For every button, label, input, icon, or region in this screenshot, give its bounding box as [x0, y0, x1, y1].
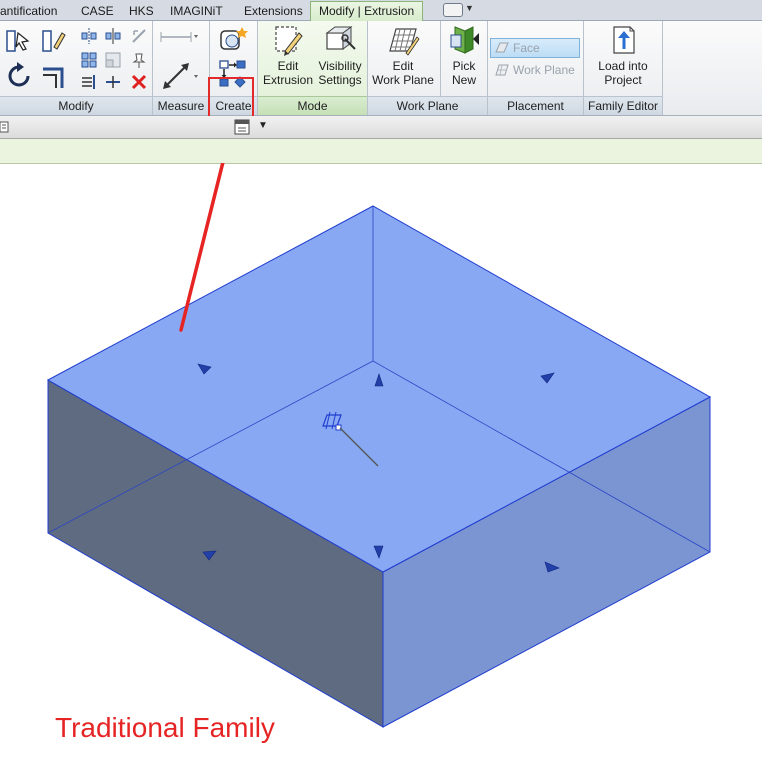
- caption-text: Traditional Family: [55, 712, 275, 743]
- align-icon[interactable]: [4, 27, 32, 55]
- aligned-dimension-icon[interactable]: [159, 29, 199, 45]
- load-into-project-button[interactable]: Load into Project: [588, 23, 658, 87]
- panel-label-placement: Placement: [488, 96, 583, 115]
- measure-icon[interactable]: [159, 59, 199, 93]
- visibility-settings-icon: [325, 26, 356, 50]
- panel-placement: Face Work Plane Placement: [488, 21, 583, 115]
- visibility-settings-label-1: Visibility: [318, 59, 362, 73]
- edit-extrusion-label-1: Edit: [277, 59, 299, 73]
- chevron-down-icon[interactable]: ▼: [465, 3, 474, 13]
- tab-case[interactable]: CASE: [81, 2, 114, 20]
- trim-multiple-icon[interactable]: [80, 73, 98, 91]
- quick-access-icon[interactable]: [443, 3, 463, 17]
- edit-work-plane-button[interactable]: Edit Work Plane: [370, 23, 436, 87]
- highlight-box: [208, 77, 254, 119]
- face-icon: [495, 42, 509, 53]
- work-plane-icon: [495, 64, 509, 76]
- mirror-pick-axis-icon[interactable]: [80, 27, 98, 45]
- properties-icon[interactable]: [0, 119, 12, 135]
- edit-extrusion-button[interactable]: Edit Extrusion: [262, 23, 314, 87]
- options-bar: ▼: [0, 116, 762, 139]
- edit-work-plane-label-1: Edit: [392, 59, 414, 73]
- tab-extensions[interactable]: Extensions: [244, 2, 303, 20]
- panel-modify: Modify: [0, 21, 152, 115]
- panel-label-work-plane: Work Plane: [368, 96, 487, 115]
- panel-divider: [662, 21, 663, 115]
- chevron-down-icon[interactable]: ▼: [258, 120, 268, 131]
- work-plane-button[interactable]: Work Plane: [491, 61, 593, 79]
- mirror-draw-axis-icon[interactable]: [104, 27, 122, 45]
- load-into-project-label-2: Project: [604, 73, 642, 87]
- split-icon[interactable]: [104, 73, 122, 91]
- offset-icon[interactable]: [40, 27, 68, 55]
- face-label: Face: [513, 41, 540, 55]
- drawing-canvas[interactable]: [0, 163, 762, 764]
- tab-imaginit[interactable]: IMAGINiT: [170, 2, 223, 20]
- tab-hks[interactable]: HKS: [129, 2, 154, 20]
- panel-work-plane: Edit Work Plane Pick New Work Plane: [368, 21, 487, 115]
- panel-label-family-editor: Family Editor: [584, 96, 662, 115]
- ribbon: Modify Measure Create Edit Extrusion Vis…: [0, 21, 762, 119]
- tab-quantification[interactable]: antification: [0, 2, 57, 20]
- panel-measure: Measure: [153, 21, 209, 115]
- edit-extrusion-label-2: Extrusion: [262, 73, 314, 87]
- ribbon-tab-bar: antification CASE HKS IMAGINiT Extension…: [0, 0, 762, 21]
- rotate-icon[interactable]: [4, 61, 34, 91]
- face-button[interactable]: Face: [490, 38, 580, 58]
- work-plane-label: Work Plane: [513, 63, 575, 77]
- visibility-settings-button[interactable]: Visibility Settings: [314, 23, 366, 87]
- edit-work-plane-icon: [389, 28, 420, 56]
- pick-new-button[interactable]: Pick New: [442, 23, 486, 87]
- pick-new-label-2: New: [451, 73, 476, 87]
- panel-label-measure: Measure: [153, 96, 209, 115]
- tab-modify-extrusion[interactable]: Modify | Extrusion: [310, 1, 424, 21]
- array-icon[interactable]: [80, 51, 98, 69]
- context-status-bar: [0, 139, 762, 164]
- panel-divider: [440, 21, 441, 97]
- family-types-icon[interactable]: [234, 118, 252, 136]
- panel-mode: Edit Extrusion Visibility Settings Mode: [258, 21, 367, 115]
- split-element-icon[interactable]: [130, 27, 148, 45]
- scale-icon[interactable]: [104, 51, 122, 69]
- pin-icon[interactable]: [130, 51, 148, 69]
- panel-label-modify: Modify: [0, 96, 152, 115]
- create-group-icon[interactable]: [218, 25, 248, 55]
- edit-extrusion-icon: [275, 26, 303, 56]
- pick-new-label-1: Pick: [452, 59, 476, 73]
- trim-extend-icon[interactable]: [40, 61, 70, 91]
- load-into-project-label-1: Load into: [598, 59, 648, 73]
- panel-family-editor: Load into Project Family Editor: [584, 21, 662, 115]
- panel-label-mode: Mode: [258, 96, 367, 115]
- edit-work-plane-label-2: Work Plane: [372, 73, 434, 87]
- visibility-settings-label-2: Settings: [318, 73, 362, 87]
- delete-icon[interactable]: [130, 73, 148, 91]
- load-into-project-icon: [613, 26, 635, 54]
- pick-new-icon: [450, 26, 479, 54]
